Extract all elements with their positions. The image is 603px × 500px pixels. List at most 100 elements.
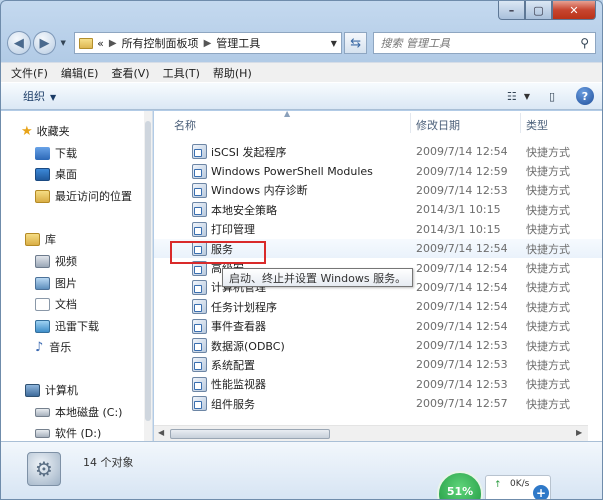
shortcut-icon: [192, 202, 207, 218]
preview-pane-icon[interactable]: ▯: [540, 87, 564, 105]
file-date: 2009/7/14 12:53: [416, 358, 508, 372]
column-name[interactable]: 名称: [174, 117, 196, 133]
nav-item-label: 最近访问的位置: [55, 190, 132, 203]
file-name-cell: 本地安全策略: [192, 202, 277, 218]
view-options-icon[interactable]: ☷: [500, 87, 524, 105]
file-name: 数据源(ODBC): [211, 339, 285, 353]
address-separator-icon[interactable]: ▶: [109, 38, 117, 49]
horizontal-scrollbar-thumb[interactable]: [170, 429, 330, 439]
nav-item-recent[interactable]: 最近访问的位置: [35, 188, 132, 204]
file-row[interactable]: Windows PowerShell Modules 2009/7/14 12:5…: [154, 161, 602, 180]
file-row[interactable]: 本地安全策略 2014/3/1 10:15 快捷方式: [154, 200, 602, 219]
file-date: 2009/7/14 12:57: [416, 397, 508, 411]
nav-item-documents[interactable]: 文档: [35, 296, 77, 312]
nav-item-drive-c[interactable]: 本地磁盘 (C:): [35, 404, 122, 420]
file-row[interactable]: 性能监视器 2009/7/14 12:53 快捷方式: [154, 375, 602, 394]
file-type: 快捷方式: [526, 184, 570, 198]
horizontal-scrollbar[interactable]: ◀ ▶: [154, 425, 588, 441]
file-date: 2014/3/1 10:15: [416, 203, 501, 217]
file-date: 2014/3/1 10:15: [416, 222, 501, 236]
nav-item-xunlei[interactable]: 迅雷下载: [35, 318, 99, 334]
sort-ascending-icon: ▲: [284, 109, 291, 118]
search-input[interactable]: [380, 36, 581, 50]
nav-scrollbar-thumb[interactable]: [145, 121, 151, 421]
address-bar[interactable]: « ▶ 所有控制面板项 ▶ 管理工具 ▼: [74, 32, 342, 54]
menu-tools[interactable]: 工具(T): [163, 65, 200, 81]
organize-button[interactable]: 组织 ▼: [23, 88, 56, 104]
file-date: 2009/7/14 12:54: [416, 145, 508, 159]
file-row[interactable]: 系统配置 2009/7/14 12:53 快捷方式: [154, 355, 602, 374]
file-type: 快捷方式: [526, 203, 570, 217]
file-name: 性能监视器: [211, 378, 266, 392]
nav-favorites-label: 收藏夹: [36, 125, 70, 138]
menu-help[interactable]: 帮助(H): [213, 65, 252, 81]
tooltip: 启动、终止并设置 Windows 服务。: [222, 268, 414, 287]
help-icon[interactable]: ?: [576, 87, 594, 105]
nav-item-label: 软件 (D:): [55, 427, 102, 440]
nav-item-pictures[interactable]: 图片: [35, 275, 77, 291]
file-type: 快捷方式: [526, 145, 570, 159]
address-overflow[interactable]: «: [97, 37, 104, 50]
maximize-button[interactable]: ▢: [525, 1, 552, 20]
forward-button[interactable]: ▶: [32, 31, 57, 55]
network-usage-badge: 51%: [437, 471, 483, 499]
file-name-cell: 数据源(ODBC): [192, 338, 285, 354]
column-type[interactable]: 类型: [526, 117, 548, 133]
menu-bar: 文件(F) 编辑(E) 查看(V) 工具(T) 帮助(H): [1, 62, 602, 82]
pictures-icon: [35, 276, 50, 290]
file-row[interactable]: iSCSI 发起程序 2009/7/14 12:54 快捷方式: [154, 142, 602, 161]
search-icon[interactable]: ⚲: [580, 36, 589, 50]
address-crumb-admin-tools[interactable]: 管理工具: [216, 35, 260, 51]
file-row[interactable]: 任务计划程序 2009/7/14 12:54 快捷方式: [154, 297, 602, 316]
view-dropdown-icon[interactable]: ▼: [524, 92, 530, 101]
command-bar: 组织 ▼ ☷ ▼ ▯ ?: [1, 82, 602, 110]
nav-item-label: 下载: [55, 147, 77, 160]
file-name: 系统配置: [211, 358, 255, 372]
menu-view[interactable]: 查看(V): [111, 65, 149, 81]
object-count: 14 个对象: [83, 456, 134, 469]
nav-item-drive-d[interactable]: 软件 (D:): [35, 425, 101, 441]
column-modified[interactable]: 修改日期: [416, 117, 460, 133]
file-date: 2009/7/14 12:53: [416, 183, 508, 197]
file-row[interactable]: 事件查看器 2009/7/14 12:54 快捷方式: [154, 317, 602, 336]
file-type: 快捷方式: [526, 242, 570, 256]
scroll-left-icon[interactable]: ◀: [158, 428, 164, 437]
nav-item-music[interactable]: ♪ 音乐: [35, 339, 71, 355]
file-row[interactable]: 打印管理 2014/3/1 10:15 快捷方式: [154, 220, 602, 239]
nav-computer[interactable]: 计算机: [25, 382, 78, 398]
file-date: 2009/7/14 12:53: [416, 377, 508, 391]
search-box[interactable]: ⚲: [373, 32, 597, 54]
file-row[interactable]: 组件服务 2009/7/14 12:57 快捷方式: [154, 394, 602, 413]
nav-item-videos[interactable]: 视频: [35, 253, 77, 269]
scroll-right-icon[interactable]: ▶: [576, 428, 582, 437]
network-speed-widget[interactable]: 51% ↑ 0K/s +: [437, 471, 557, 499]
refresh-icon: ⇆: [350, 35, 362, 51]
shortcut-icon: [192, 144, 207, 160]
file-row[interactable]: Windows 内存诊断 2009/7/14 12:53 快捷方式: [154, 181, 602, 200]
file-date: 2009/7/14 12:53: [416, 339, 508, 353]
address-dropdown-icon[interactable]: ▼: [331, 39, 337, 48]
address-separator-icon[interactable]: ▶: [204, 38, 212, 49]
file-name-cell: Windows PowerShell Modules: [192, 163, 373, 179]
organize-label: 组织: [23, 90, 45, 103]
nav-item-desktop[interactable]: 桌面: [35, 166, 77, 182]
nav-item-label: 图片: [55, 277, 77, 290]
close-button[interactable]: ✕: [552, 1, 596, 20]
file-row[interactable]: 数据源(ODBC) 2009/7/14 12:53 快捷方式: [154, 336, 602, 355]
file-name-cell: 任务计划程序: [192, 299, 277, 315]
nav-favorites[interactable]: ★ 收藏夹: [21, 123, 70, 139]
history-dropdown[interactable]: ▼: [58, 39, 68, 47]
address-crumb-control-panel[interactable]: 所有控制面板项: [122, 35, 199, 51]
refresh-button[interactable]: ⇆: [343, 32, 368, 54]
menu-file[interactable]: 文件(F): [11, 65, 48, 81]
star-icon: ★: [21, 123, 33, 139]
nav-scrollbar[interactable]: [144, 111, 152, 441]
menu-edit[interactable]: 编辑(E): [61, 65, 99, 81]
nav-item-downloads[interactable]: 下载: [35, 145, 77, 161]
shortcut-icon: [192, 318, 207, 334]
plus-icon[interactable]: +: [533, 485, 549, 499]
minimize-button[interactable]: –: [498, 1, 525, 20]
back-button[interactable]: ◀: [7, 31, 31, 55]
nav-libraries[interactable]: 库: [25, 231, 56, 247]
file-name-cell: 性能监视器: [192, 376, 266, 392]
